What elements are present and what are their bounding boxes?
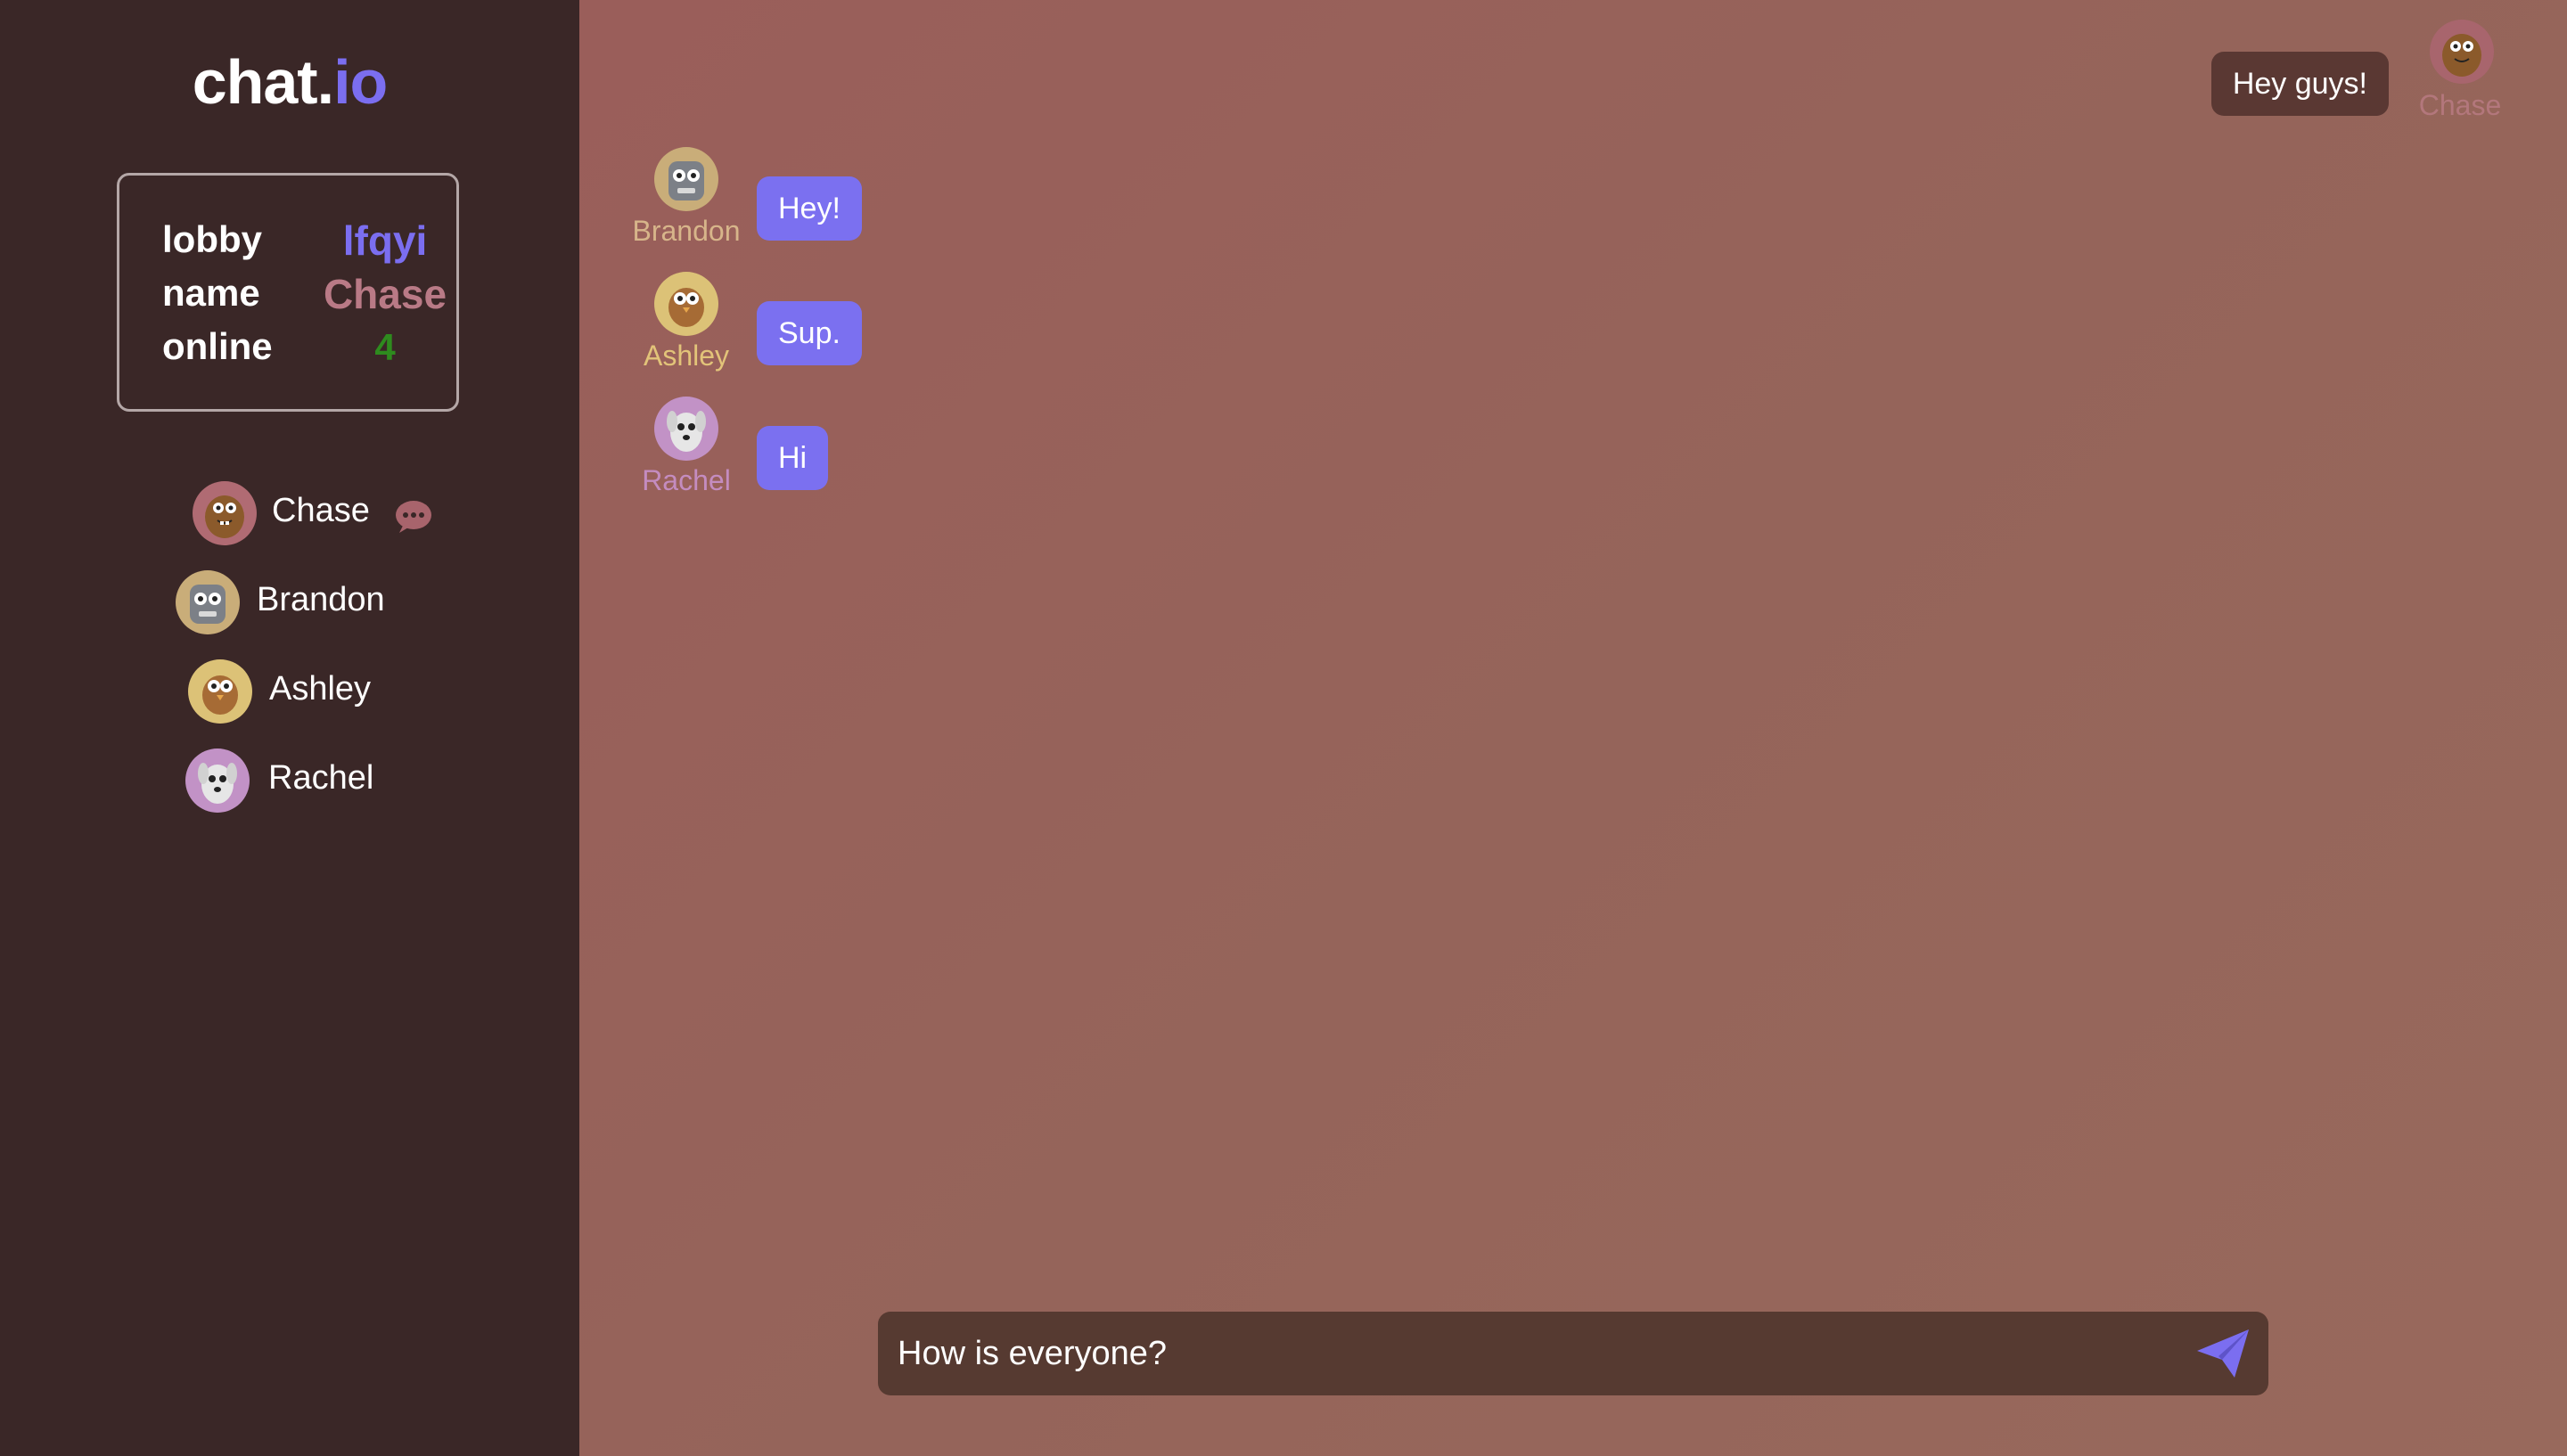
owl-avatar-icon (188, 659, 252, 724)
user-list-item-brandon[interactable]: Brandon (0, 567, 579, 638)
typing-indicator-icon (396, 501, 431, 533)
message-sender-name: Ashley (643, 339, 730, 372)
message-sender-name: Rachel (642, 464, 731, 496)
name-label: name (162, 272, 260, 314)
lobby-code: lfqyi (342, 217, 428, 264)
message-bubble: Hi (757, 426, 829, 490)
message-composer (878, 1312, 2268, 1395)
user-name: Brandon (257, 581, 385, 618)
online-label: online (162, 325, 273, 367)
logo-accent-text: io (333, 47, 388, 117)
online-row: online 4 (162, 325, 430, 379)
user-list-item-ashley[interactable]: Ashley (0, 656, 579, 727)
owl-avatar-icon (654, 272, 718, 336)
chat-panel: Brandon Hey! Ashley Sup. Rachel Hi Hey g… (579, 0, 2567, 1456)
logo-text: chat. (192, 47, 334, 117)
lobby-label: lobby (162, 218, 262, 260)
dog-avatar-icon (654, 397, 718, 461)
message-item: Brandon Hey! (579, 147, 1114, 272)
name-row: name Chase (162, 272, 447, 325)
robot-avatar-icon (176, 570, 240, 634)
message-input[interactable] (898, 1312, 2145, 1395)
chat-app: chat.io lobby lfqyi name Chase online 4 (0, 0, 2567, 1456)
message-item: Rachel Hi (579, 397, 1114, 521)
user-name: Chase (272, 492, 370, 529)
app-logo: chat.io (0, 46, 579, 118)
lobby-info-panel: lobby lfqyi name Chase online 4 (117, 173, 459, 412)
message-bubble: Hey! (757, 176, 862, 241)
user-list-item-chase[interactable]: Chase (0, 478, 579, 549)
message-item: Ashley Sup. (579, 272, 1114, 397)
own-message-sender-name: Chase (2418, 89, 2502, 121)
lobby-row: lobby lfqyi (162, 218, 430, 272)
online-count: 4 (374, 326, 396, 368)
user-list-item-rachel[interactable]: Rachel (0, 745, 579, 816)
dog-avatar-icon (185, 748, 250, 813)
monster-avatar-icon (193, 481, 257, 545)
sidebar: chat.io lobby lfqyi name Chase online 4 (0, 0, 579, 1456)
user-name: Rachel (268, 759, 374, 797)
robot-avatar-icon (654, 147, 718, 211)
user-name: Ashley (269, 670, 372, 708)
own-message-bubble: Hey guys! (2210, 52, 2389, 116)
message-bubble: Sup. (757, 301, 862, 365)
current-user-name: Chase (323, 271, 447, 317)
message-sender-name: Brandon (632, 215, 741, 247)
monster-avatar-icon (2430, 20, 2494, 84)
send-icon[interactable] (2195, 1328, 2251, 1379)
